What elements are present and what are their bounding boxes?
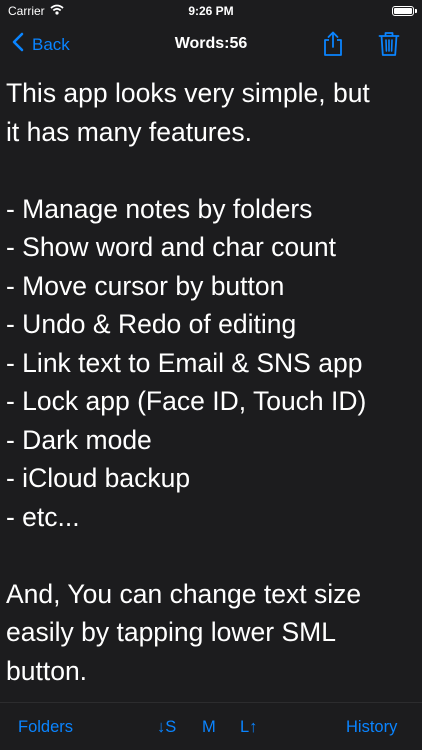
word-count-title: Words:56 — [174, 35, 248, 52]
note-line: it has many features. — [6, 116, 252, 147]
text-size-medium-button[interactable]: M — [202, 718, 216, 737]
note-editor[interactable]: This app looks very simple, but it has m… — [0, 66, 422, 702]
trash-icon[interactable] — [378, 31, 400, 62]
text-size-small-button[interactable]: ↓S — [157, 718, 176, 737]
note-line: easily by tapping lower SML — [6, 617, 336, 647]
bottom-toolbar: Folders ↓S M L↑ History — [0, 702, 422, 750]
text-size-large-button[interactable]: L↑ — [240, 718, 257, 737]
note-line: - Manage notes by folders — [6, 193, 313, 224]
note-line: - etc... — [6, 501, 80, 532]
history-button[interactable]: History — [346, 718, 397, 737]
note-line: - Lock app (Face ID, Touch ID) — [6, 386, 367, 416]
battery-icon — [392, 6, 414, 16]
note-line: - Show word and char count — [6, 232, 336, 262]
note-line: - iCloud backup — [6, 463, 191, 493]
note-line: And, You can change text size — [6, 578, 362, 609]
note-line: button. — [6, 655, 88, 686]
battery-tip — [415, 9, 417, 13]
status-time: 9:26 PM — [188, 4, 234, 18]
navigation-bar: Back Words:56 — [0, 22, 422, 66]
status-bar: Carrier 9:26 PM — [0, 0, 422, 22]
note-line: - Dark mode — [6, 424, 152, 455]
share-icon[interactable] — [322, 31, 344, 62]
note-line: - Move cursor by button — [6, 270, 285, 301]
folders-button[interactable]: Folders — [18, 718, 73, 737]
note-line: - Link text to Email & SNS app — [6, 347, 363, 378]
note-line: This app looks very simple, but — [6, 78, 370, 108]
note-line — [6, 536, 416, 575]
note-line: - Undo & Redo of editing — [6, 309, 297, 339]
note-line — [6, 151, 416, 190]
